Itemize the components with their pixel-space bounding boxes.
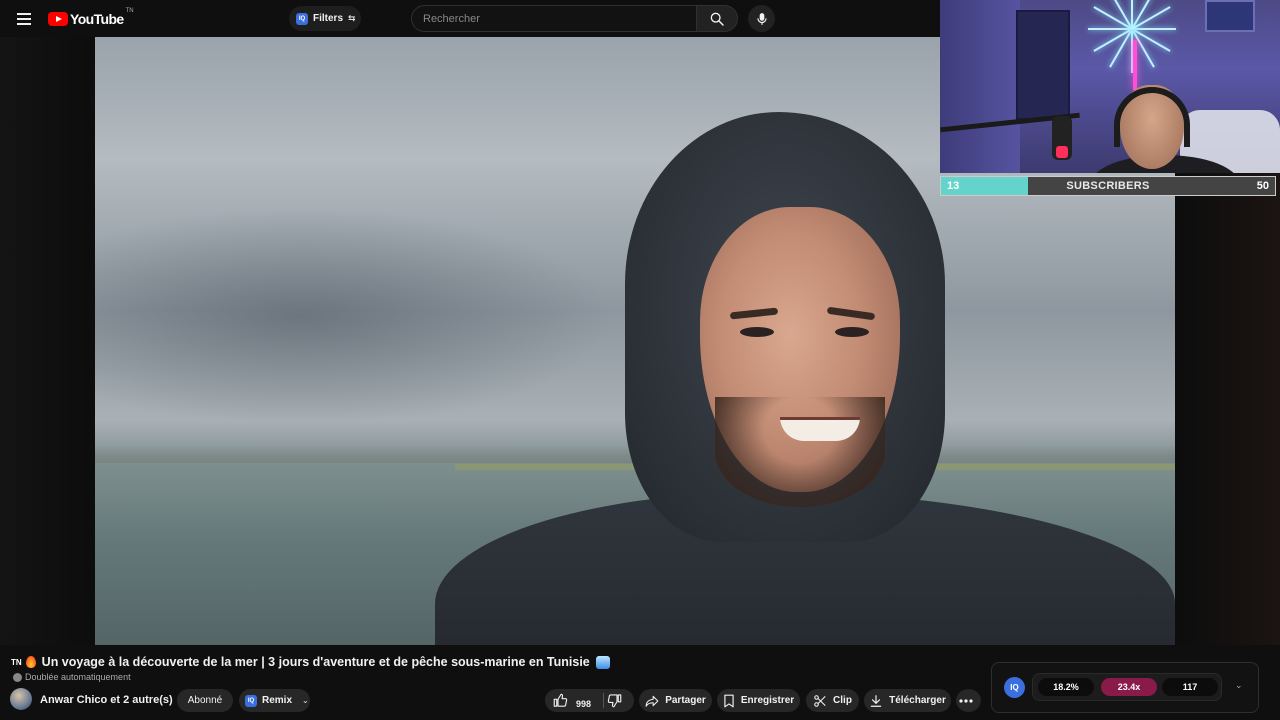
search-button[interactable] — [696, 5, 738, 32]
filters-label: Filters — [313, 13, 344, 24]
logo-text: YouTube — [70, 11, 124, 27]
filters-button[interactable]: IQ Filters ⇆ — [289, 6, 361, 31]
remix-label: Remix — [262, 695, 293, 706]
like-count: 998 — [576, 698, 592, 709]
like-dislike-group: 998 — [545, 689, 634, 712]
video-info: TN Un voyage à la découverte de la mer |… — [0, 645, 1280, 720]
iq-logo-icon[interactable]: IQ — [1004, 677, 1025, 698]
logo-country-code: TN — [125, 8, 134, 14]
video-title: TN Un voyage à la découverte de la mer |… — [11, 655, 610, 669]
voice-search-button[interactable] — [748, 5, 775, 32]
microphone-icon — [756, 12, 767, 25]
scissors-icon — [814, 694, 826, 707]
swap-icon: ⇆ — [348, 13, 356, 23]
dislike-icon[interactable] — [607, 693, 622, 708]
chevron-down-icon[interactable]: ⌄ — [1235, 680, 1243, 691]
iq-icon: IQ — [296, 12, 308, 25]
remix-button[interactable]: IQ Remix ⌄ — [239, 689, 310, 712]
streamer-webcam — [940, 0, 1280, 173]
iq-stats-widget: IQ 18.2% 23.4x 117 ⌄ — [991, 662, 1259, 713]
video-title-text: Un voyage à la découverte de la mer | 3 … — [41, 655, 590, 669]
search-input[interactable] — [411, 5, 696, 32]
download-button[interactable]: Télécharger — [864, 689, 951, 712]
iq-stat-percent: 18.2% — [1038, 678, 1094, 696]
dubbed-label: Doublée automatiquement — [25, 672, 131, 682]
subscriber-goal-target: 50 — [1256, 180, 1269, 192]
iq-stat-multiplier: 23.4x — [1101, 678, 1157, 696]
clip-label: Clip — [833, 695, 852, 706]
iq-stat-count: 117 — [1162, 678, 1218, 696]
download-label: Télécharger — [889, 695, 946, 706]
search-icon — [710, 12, 724, 26]
share-icon — [645, 695, 659, 707]
search-bar — [411, 5, 738, 32]
clip-button[interactable]: Clip — [806, 689, 859, 712]
save-label: Enregistrer — [740, 695, 795, 706]
youtube-play-icon — [48, 12, 68, 26]
chevron-down-icon: ⌄ — [302, 696, 309, 705]
subscriber-goal-bar: 13 SUBSCRIBERS 50 — [940, 176, 1276, 196]
iq-stats-box: 18.2% 23.4x 117 — [1032, 673, 1222, 701]
save-button[interactable]: Enregistrer — [717, 689, 800, 712]
menu-icon[interactable] — [12, 7, 36, 31]
iq-icon: IQ — [245, 694, 257, 707]
subscribed-button[interactable]: Abonné — [177, 689, 233, 712]
youtube-logo[interactable]: YouTube TN — [48, 8, 134, 28]
subscriber-goal-label: SUBSCRIBERS — [1066, 180, 1150, 192]
share-label: Partager — [665, 695, 706, 706]
title-prefix: TN — [11, 657, 22, 667]
person-voice-icon — [13, 672, 22, 682]
like-icon[interactable] — [553, 693, 568, 708]
channel-avatar[interactable] — [10, 688, 32, 710]
more-horizontal-icon — [958, 698, 973, 703]
fire-emoji-icon — [25, 656, 36, 668]
share-button[interactable]: Partager — [639, 689, 712, 712]
streamer — [1090, 85, 1240, 173]
download-icon — [870, 694, 882, 707]
channel-name[interactable]: Anwar Chico et 2 autre(s) — [40, 694, 173, 706]
bookmark-icon — [724, 694, 734, 707]
more-actions-button[interactable] — [956, 689, 981, 712]
dubbed-notice: Doublée automatiquement — [13, 672, 131, 682]
wave-emoji-icon — [595, 655, 610, 669]
top-bar: YouTube TN IQ Filters ⇆ — [0, 0, 940, 37]
